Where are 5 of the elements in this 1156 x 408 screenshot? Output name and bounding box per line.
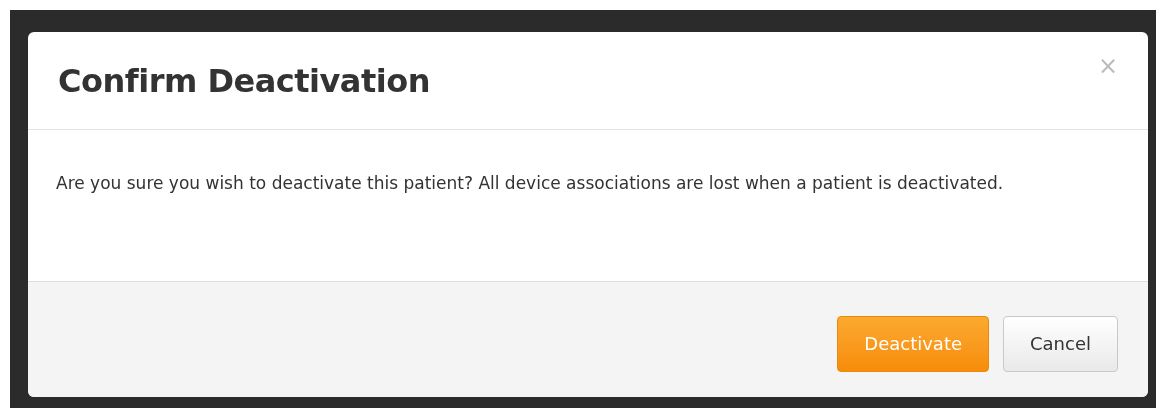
dialog-title: Confirm Deactivation: [58, 60, 430, 102]
deactivate-button[interactable]: Deactivate: [837, 315, 989, 372]
cancel-button[interactable]: Cancel: [1003, 315, 1118, 372]
close-button[interactable]: ×: [1097, 54, 1118, 78]
dialog-message: Are you sure you wish to deactivate this patient? All device associations are lost when a patient is deactivated.: [56, 172, 1005, 195]
